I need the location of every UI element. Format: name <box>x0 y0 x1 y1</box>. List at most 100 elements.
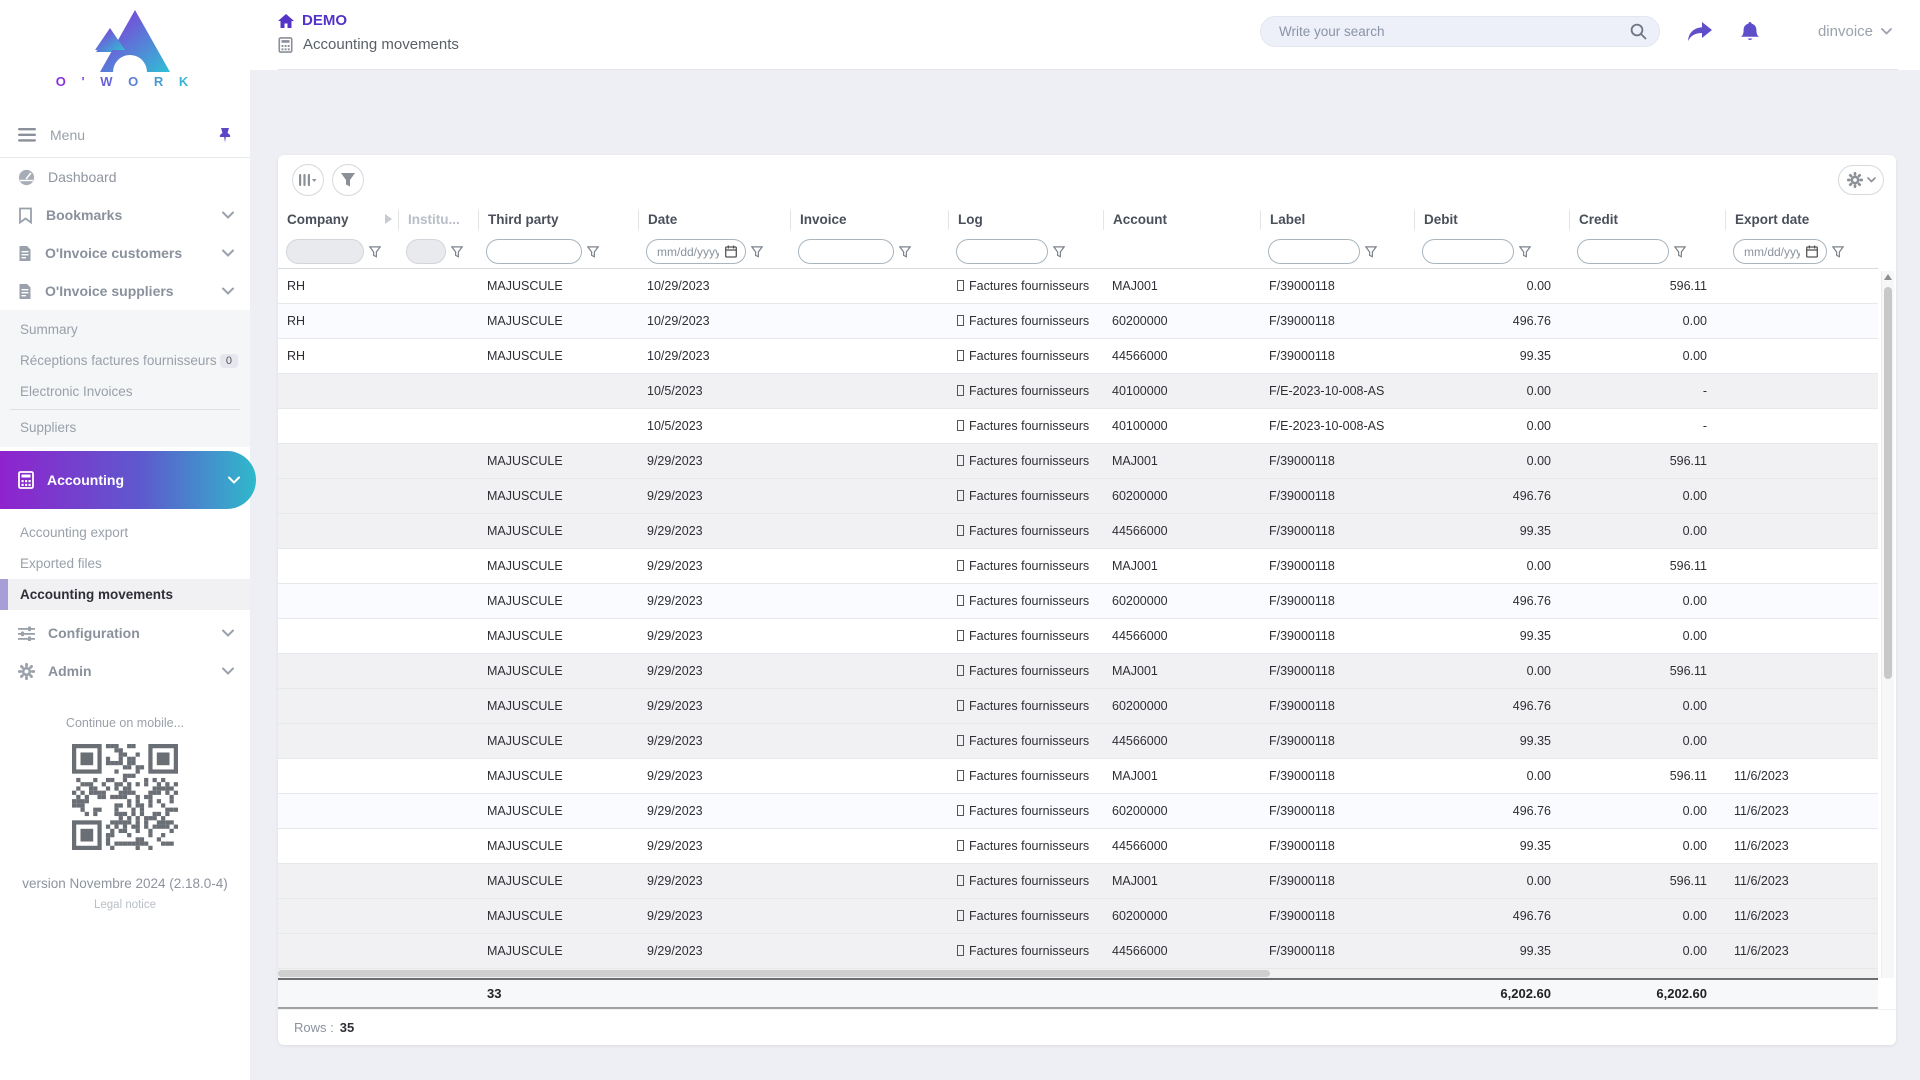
table-row[interactable]: MAJUSCULE 9/29/2023 Factures fournisseur… <box>278 514 1878 549</box>
table-row[interactable]: MAJUSCULE 9/29/2023 Factures fournisseur… <box>278 759 1878 794</box>
grid-settings-button[interactable] <box>1838 165 1884 195</box>
debit-filter-input[interactable] <box>1422 239 1514 264</box>
funnel-icon[interactable] <box>451 246 463 258</box>
table-row[interactable]: MAJUSCULE 9/29/2023 Factures fournisseur… <box>278 724 1878 759</box>
table-row[interactable]: MAJUSCULE 9/29/2023 Factures fournisseur… <box>278 864 1878 899</box>
cell-label: F/E-2023-10-008-AS <box>1260 409 1414 443</box>
submenu-item-exported-files[interactable]: Exported files <box>0 548 250 579</box>
table-row[interactable]: MAJUSCULE 9/29/2023 Factures fournisseur… <box>278 444 1878 479</box>
cell-date: 9/29/2023 <box>638 724 790 758</box>
column-header-date[interactable]: Date <box>638 210 790 230</box>
funnel-icon[interactable] <box>751 246 763 258</box>
sidebar-item-configuration[interactable]: Configuration <box>0 614 250 652</box>
expand-column-icon[interactable] <box>385 214 392 224</box>
column-header-log[interactable]: Log <box>948 210 1103 230</box>
table-row[interactable]: MAJUSCULE 9/29/2023 Factures fournisseur… <box>278 934 1878 969</box>
funnel-icon[interactable] <box>369 246 381 258</box>
table-row[interactable]: MAJUSCULE 9/29/2023 Factures fournisseur… <box>278 584 1878 619</box>
submenu-item-electronic-invoices[interactable]: Electronic Invoices <box>0 376 250 407</box>
cell-credit: 596.11 <box>1569 864 1725 898</box>
table-row[interactable]: RH MAJUSCULE 10/29/2023 Factures fournis… <box>278 304 1878 339</box>
table-row[interactable]: MAJUSCULE 9/29/2023 Factures fournisseur… <box>278 479 1878 514</box>
table-row[interactable]: MAJUSCULE 9/29/2023 Factures fournisseur… <box>278 794 1878 829</box>
menu-toggle[interactable]: Menu <box>0 113 250 157</box>
table-row[interactable]: 10/5/2023 Factures fournisseurs 40100000… <box>278 409 1878 444</box>
table-row[interactable]: MAJUSCULE 9/29/2023 Factures fournisseur… <box>278 619 1878 654</box>
table-row[interactable]: MAJUSCULE 9/29/2023 Factures fournisseur… <box>278 654 1878 689</box>
funnel-icon[interactable] <box>1053 246 1065 258</box>
scroll-up-arrow[interactable] <box>1884 274 1892 280</box>
log-filter-input[interactable] <box>956 239 1048 264</box>
menu-label: Menu <box>50 127 85 143</box>
funnel-icon[interactable] <box>1519 246 1531 258</box>
funnel-icon[interactable] <box>899 246 911 258</box>
submenu-item-accounting-movements[interactable]: Accounting movements <box>0 579 250 610</box>
export-date-filter-input[interactable]: mm/dd/yyyy <box>1733 239 1827 264</box>
column-header-label[interactable]: Label <box>1260 210 1414 230</box>
label-filter-input[interactable] <box>1268 239 1360 264</box>
search-icon[interactable] <box>1630 23 1647 40</box>
horizontal-scrollbar-thumb[interactable] <box>278 970 1270 977</box>
filter-cell-debit <box>1414 239 1569 264</box>
funnel-icon[interactable] <box>1832 246 1844 258</box>
column-header-export-date[interactable]: Export date <box>1725 210 1878 230</box>
funnel-icon[interactable] <box>1674 246 1686 258</box>
cell-third-party: MAJUSCULE <box>478 689 638 723</box>
sidebar-item-oinvoice-suppliers[interactable]: O'Invoice suppliers <box>0 272 250 310</box>
sidebar-item-oinvoice-customers[interactable]: O'Invoice customers <box>0 234 250 272</box>
third-party-filter-input[interactable] <box>486 239 582 264</box>
pin-sidebar-icon[interactable] <box>218 127 232 143</box>
column-header-company[interactable]: Company <box>278 210 398 230</box>
sidebar-item-label: Admin <box>48 663 92 679</box>
table-row[interactable]: 10/5/2023 Factures fournisseurs 40100000… <box>278 374 1878 409</box>
breadcrumb-home[interactable]: DEMO <box>278 12 459 29</box>
table-row[interactable]: MAJUSCULE 9/29/2023 Factures fournisseur… <box>278 899 1878 934</box>
cell-third-party: MAJUSCULE <box>478 479 638 513</box>
table-row[interactable]: RH MAJUSCULE 10/29/2023 Factures fournis… <box>278 269 1878 304</box>
bell-icon[interactable] <box>1740 21 1760 43</box>
table-row[interactable]: MAJUSCULE 9/29/2023 Factures fournisseur… <box>278 689 1878 724</box>
sidebar-item-admin[interactable]: Admin <box>0 652 250 690</box>
column-header-third-party[interactable]: Third party <box>478 210 638 230</box>
submenu-item-receptions[interactable]: Réceptions factures fournisseurs 0 <box>0 345 250 376</box>
table-row[interactable]: MAJUSCULE 9/29/2023 Factures fournisseur… <box>278 829 1878 864</box>
journal-glyph-icon <box>957 595 964 606</box>
date-filter-input[interactable]: mm/dd/yyyy <box>646 239 746 264</box>
column-chooser-button[interactable] <box>292 164 324 196</box>
vertical-scrollbar-thumb[interactable] <box>1884 287 1892 679</box>
vertical-scrollbar[interactable] <box>1881 271 1894 978</box>
invoice-filter-input[interactable] <box>798 239 894 264</box>
legal-notice-link[interactable]: Legal notice <box>0 899 250 911</box>
sidebar-item-accounting-active[interactable]: Accounting <box>0 451 256 509</box>
column-header-credit[interactable]: Credit <box>1569 210 1725 230</box>
cell-export-date <box>1725 374 1878 408</box>
column-header-debit[interactable]: Debit <box>1414 210 1569 230</box>
submenu-item-summary[interactable]: Summary <box>0 314 250 345</box>
qr-code <box>72 744 178 850</box>
sidebar-item-bookmarks[interactable]: Bookmarks <box>0 196 250 234</box>
table-row[interactable]: MAJUSCULE 9/29/2023 Factures fournisseur… <box>278 549 1878 584</box>
calendar-icon[interactable] <box>725 245 737 258</box>
credit-filter-input[interactable] <box>1577 239 1669 264</box>
filter-toggle-button[interactable] <box>332 164 364 196</box>
funnel-icon[interactable] <box>1365 246 1377 258</box>
table-row[interactable]: RH MAJUSCULE 10/29/2023 Factures fournis… <box>278 339 1878 374</box>
column-header-institution[interactable]: Institu... <box>398 210 478 230</box>
submenu-item-suppliers[interactable]: Suppliers <box>0 412 250 443</box>
submenu-item-accounting-export[interactable]: Accounting export <box>0 517 250 548</box>
funnel-icon[interactable] <box>587 246 599 258</box>
cell-credit: 596.11 <box>1569 444 1725 478</box>
cell-account: 44566000 <box>1103 934 1260 968</box>
brand-logo[interactable]: O ' W O R K <box>0 0 250 95</box>
column-header-account[interactable]: Account <box>1103 210 1260 230</box>
user-menu[interactable]: dinvoice <box>1818 23 1896 40</box>
sidebar-item-dashboard[interactable]: Dashboard <box>0 158 250 196</box>
filter-cell-label <box>1260 239 1414 264</box>
calendar-icon[interactable] <box>1806 245 1818 258</box>
column-header-invoice[interactable]: Invoice <box>790 210 948 230</box>
search-input[interactable] <box>1279 24 1630 39</box>
share-icon[interactable] <box>1688 22 1712 42</box>
cell-label: F/39000118 <box>1260 304 1414 338</box>
cell-log: Factures fournisseurs <box>948 899 1103 933</box>
horizontal-scrollbar[interactable] <box>278 969 1878 978</box>
